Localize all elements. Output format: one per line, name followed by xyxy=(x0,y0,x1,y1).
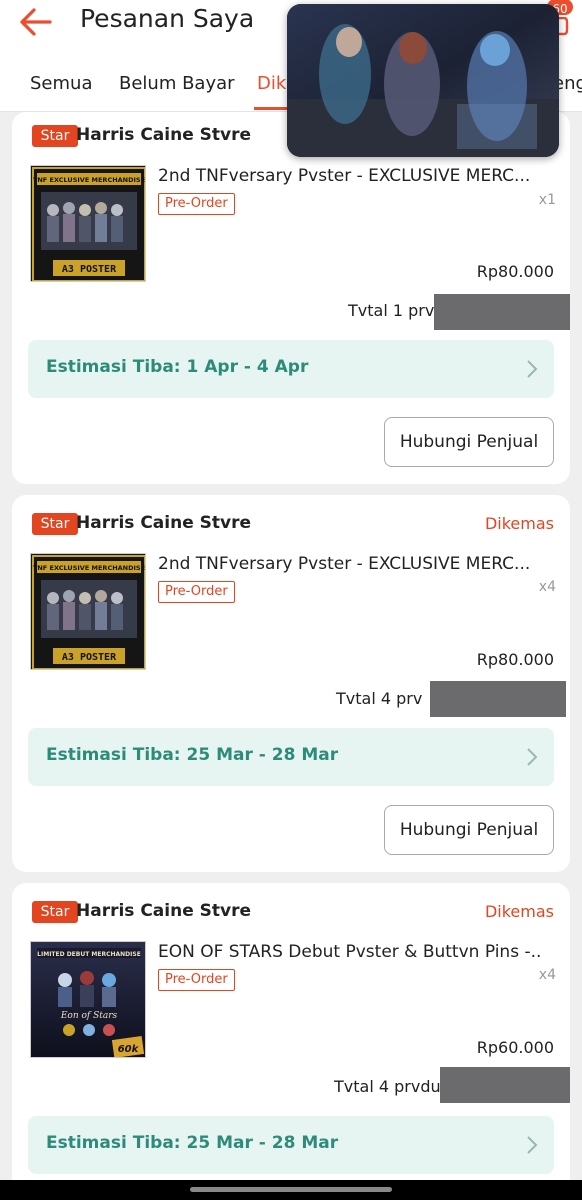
thumbnail-price-text: 60k xyxy=(118,1044,140,1055)
estimated-arrival-text: Estimasi Tiba: 25 Mar - 28 Mar xyxy=(46,1133,339,1153)
tab-dikemas[interactable]: Dik xyxy=(257,73,286,94)
home-indicator[interactable] xyxy=(190,1187,392,1192)
estimated-arrival-row[interactable]: Estimasi Tiba: 25 Mar - 28 Mar xyxy=(28,1116,554,1174)
estimated-arrival-text: Estimasi Tiba: 1 Apr - 4 Apr xyxy=(46,357,309,377)
estimated-arrival-row[interactable]: Estimasi Tiba: 25 Mar - 28 Mar xyxy=(28,728,554,786)
shop-name[interactable]: Harris Caine Stvre xyxy=(76,901,251,921)
estimated-arrival-text: Estimasi Tiba: 25 Mar - 28 Mar xyxy=(46,745,339,765)
product-name[interactable]: EON OF STARS Debut Pvster & Buttvn Pins … xyxy=(158,942,558,962)
star-seller-badge: Star xyxy=(32,513,78,535)
system-navigation-bar xyxy=(0,1180,582,1200)
shop-name[interactable]: Harris Caine Stvre xyxy=(76,513,251,533)
thumbnail-caption-text: A3 POSTER xyxy=(62,652,117,663)
product-price: Rp80.000 xyxy=(476,650,554,669)
preorder-tag: Pre-Order xyxy=(158,581,235,603)
product-name[interactable]: 2nd TNFversary Pvster - EXCLUSIVE MERC..… xyxy=(158,166,558,186)
order-card[interactable]: Star Harris Caine Stvre Dikemas LIMITED … xyxy=(12,883,570,1193)
redacted-block xyxy=(440,1067,570,1103)
preorder-tag: Pre-Order xyxy=(158,969,235,991)
thumbnail-title-text: LIMITED DEBUT MERCHANDISE xyxy=(37,951,141,958)
order-status: Dikemas xyxy=(484,902,554,921)
chevron-right-icon xyxy=(527,360,538,378)
video-pip-overlay[interactable] xyxy=(287,4,559,157)
product-price: Rp80.000 xyxy=(476,262,554,281)
redacted-block xyxy=(430,681,566,717)
preorder-tag: Pre-Order xyxy=(158,193,235,215)
contact-seller-button[interactable]: Hubungi Penjual xyxy=(384,417,554,467)
order-total-text: Tvtal 4 prv xyxy=(336,689,423,708)
thumbnail-title-text: TNF EXCLUSIVE MERCHANDISE xyxy=(33,176,145,184)
order-card[interactable]: Star Harris Caine Stvre TNF EXCLUSIVE ME… xyxy=(12,112,570,484)
order-total-text: Tvtal 4 prvdu xyxy=(334,1077,441,1096)
video-frame-image xyxy=(287,4,559,157)
star-seller-badge: Star xyxy=(32,901,78,923)
thumbnail-caption-text: Eon of Stars xyxy=(60,1011,118,1021)
order-card[interactable]: Star Harris Caine Stvre Dikemas TNF EXCL… xyxy=(12,495,570,872)
product-name[interactable]: 2nd TNFversary Pvster - EXCLUSIVE MERC..… xyxy=(158,554,558,574)
chevron-right-icon xyxy=(527,1136,538,1154)
quantity: x4 xyxy=(538,579,556,595)
tab-belum-bayar[interactable]: Belum Bayar xyxy=(119,73,235,94)
star-seller-badge: Star xyxy=(32,125,78,147)
estimated-arrival-row[interactable]: Estimasi Tiba: 1 Apr - 4 Apr xyxy=(28,340,554,398)
order-status: Dikemas xyxy=(484,514,554,533)
quantity: x1 xyxy=(538,192,556,208)
order-total-text: Tvtal 1 prv xyxy=(348,301,435,320)
redacted-block xyxy=(434,294,570,330)
thumbnail-title-text: TNF EXCLUSIVE MERCHANDISE xyxy=(33,564,145,572)
chevron-right-icon xyxy=(527,748,538,766)
page-title: Pesanan Saya xyxy=(80,4,255,33)
product-price: Rp60.000 xyxy=(476,1038,554,1057)
thumbnail-caption-text: A3 POSTER xyxy=(62,264,117,275)
quantity: x4 xyxy=(538,967,556,983)
back-arrow-icon[interactable] xyxy=(16,2,56,42)
active-tab-indicator xyxy=(254,107,290,110)
product-thumbnail[interactable]: TNF EXCLUSIVE MERCHANDISE A3 POSTER xyxy=(30,165,146,282)
shop-name[interactable]: Harris Caine Stvre xyxy=(76,125,251,145)
tab-semua[interactable]: Semua xyxy=(30,73,92,94)
contact-seller-button[interactable]: Hubungi Penjual xyxy=(384,805,554,855)
product-thumbnail[interactable]: TNF EXCLUSIVE MERCHANDISE A3 POSTER xyxy=(30,553,146,670)
product-thumbnail[interactable]: LIMITED DEBUT MERCHANDISE Eon of Stars 6… xyxy=(30,941,146,1058)
